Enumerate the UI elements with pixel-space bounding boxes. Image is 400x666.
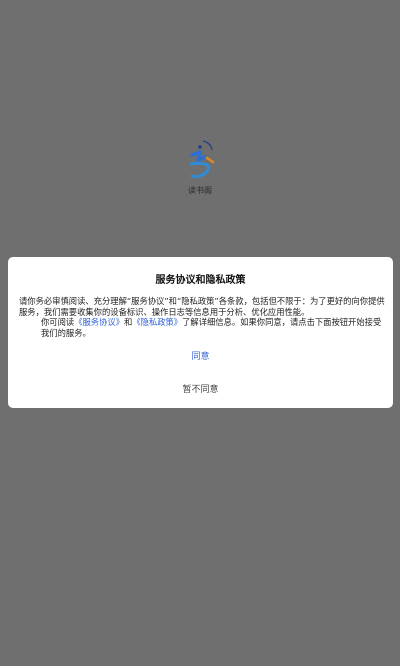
app-name: 读书阁 — [188, 186, 212, 195]
paragraph-2-prefix: 你可阅读 — [41, 317, 75, 327]
privacy-dialog: 服务协议和隐私政策 请你务必审慎阅读、充分理解“服务协议”和“隐私政策”各条款，… — [8, 257, 393, 408]
dialog-paragraph-1: 请你务必审慎阅读、充分理解“服务协议”和“隐私政策”各条款，包括但不限于：为了更… — [19, 296, 385, 317]
disagree-button[interactable]: 暂不同意 — [8, 382, 393, 395]
service-agreement-link[interactable]: 《服务协议》 — [74, 317, 124, 327]
agree-button[interactable]: 同意 — [8, 349, 393, 362]
dialog-title: 服务协议和隐私政策 — [155, 275, 246, 286]
app-logo-icon — [183, 138, 219, 180]
splash-screen: 读书阁 服务协议和隐私政策 请你务必审慎阅读、充分理解“服务协议”和“隐私政策”… — [0, 0, 400, 666]
privacy-policy-link[interactable]: 《隐私政策》 — [132, 317, 182, 327]
dialog-body: 请你务必审慎阅读、充分理解“服务协议”和“隐私政策”各条款，包括但不限于：为了更… — [19, 296, 385, 338]
dialog-paragraph-2: 你可阅读《服务协议》和《隐私政策》了解详细信息。如果你同意，请点击下面按钮开始接… — [19, 317, 385, 338]
